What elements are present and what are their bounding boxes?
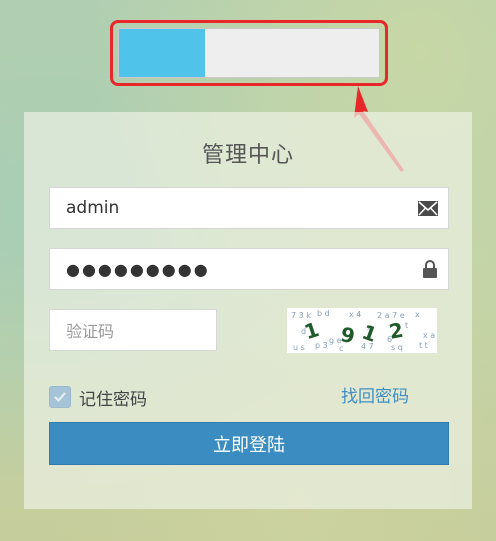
svg-text:u s: u s <box>293 343 305 352</box>
svg-text:x: x <box>415 310 420 319</box>
svg-text:t: t <box>405 321 408 330</box>
svg-text:b d: b d <box>317 309 330 318</box>
svg-text:x a: x a <box>423 331 435 340</box>
login-button[interactable]: 立即登陆 <box>49 422 449 465</box>
username-input[interactable]: admin <box>49 187 449 229</box>
captcha-input[interactable]: 验证码 <box>49 309 217 351</box>
logo-bar <box>118 28 380 78</box>
logo-bar-fill <box>119 29 205 77</box>
svg-text:t t: t t <box>419 341 428 350</box>
remember-password[interactable]: 记住密码 <box>49 384 147 410</box>
username-value: admin <box>66 198 120 218</box>
password-input[interactable]: ●●●●●●●●● <box>49 248 449 290</box>
svg-text:1: 1 <box>301 317 322 344</box>
svg-text:s q: s q <box>391 343 403 352</box>
captcha-image[interactable]: 7 3 kb dx 4 2 a 7 ex u sp 3c 4 7s qt t t… <box>287 308 437 353</box>
checkmark-icon <box>54 392 66 402</box>
svg-text:1: 1 <box>359 320 380 347</box>
lock-icon <box>422 249 438 289</box>
svg-text:9: 9 <box>338 322 357 348</box>
svg-text:p 3: p 3 <box>315 341 328 350</box>
svg-text:x 4: x 4 <box>349 310 361 319</box>
remember-checkbox[interactable] <box>49 386 71 408</box>
password-mask: ●●●●●●●●● <box>66 259 210 279</box>
envelope-icon <box>418 188 438 228</box>
captcha-placeholder: 验证码 <box>66 322 115 341</box>
page-title: 管理中心 <box>201 143 294 168</box>
forgot-password-link[interactable]: 找回密码 <box>341 384 409 410</box>
svg-text:2: 2 <box>387 318 405 344</box>
remember-label: 记住密码 <box>79 389 147 410</box>
